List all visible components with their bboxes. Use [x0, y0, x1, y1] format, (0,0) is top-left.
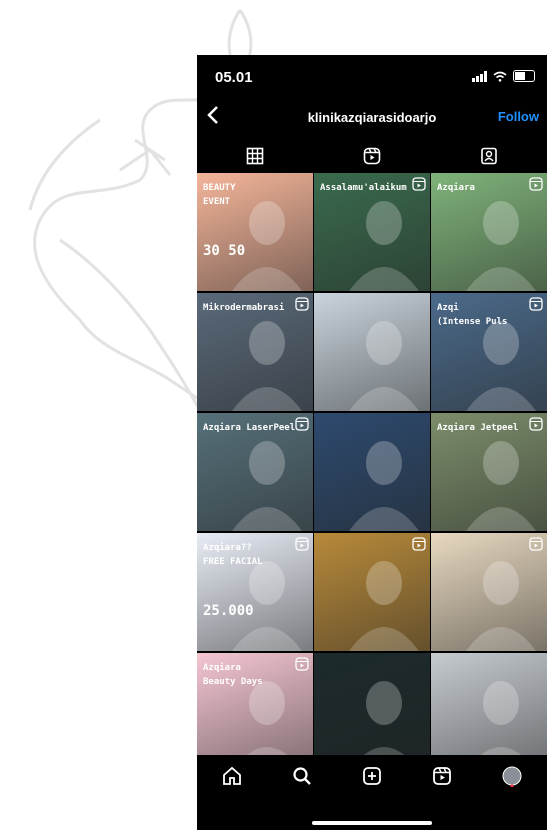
- tab-grid[interactable]: [197, 139, 314, 173]
- thumbnail-caption: Azqiara Jetpeel: [437, 423, 519, 433]
- signal-icon: [472, 70, 487, 82]
- thumbnail-caption: FREE FACIAL: [203, 557, 263, 567]
- reels-badge-icon: [412, 177, 426, 191]
- home-icon[interactable]: [221, 765, 243, 787]
- reels-badge-icon: [529, 417, 543, 431]
- create-icon[interactable]: [361, 765, 383, 787]
- post-thumbnail[interactable]: [431, 653, 547, 771]
- reels-badge-icon: [529, 177, 543, 191]
- wifi-icon: [493, 71, 507, 82]
- thumbnail-caption: Mikrodermabrasi: [203, 303, 285, 313]
- status-time: 05.01: [215, 69, 253, 86]
- post-thumbnail[interactable]: Mikrodermabrasi: [197, 293, 313, 411]
- reels-badge-icon: [295, 297, 309, 311]
- tab-tagged[interactable]: [430, 139, 547, 173]
- post-grid: BEAUTY EVENT 30 50 Assalamu'alaikum Azqiara M…: [197, 173, 547, 771]
- post-thumbnail[interactable]: BEAUTY EVENT 30 50: [197, 173, 313, 291]
- reels-badge-icon: [295, 417, 309, 431]
- follow-button[interactable]: Follow: [498, 109, 539, 124]
- post-thumbnail[interactable]: [314, 413, 430, 531]
- thumbnail-image: [466, 681, 536, 771]
- post-thumbnail[interactable]: Assalamu'alaikum: [314, 173, 430, 291]
- thumbnail-caption: 25.000: [203, 603, 254, 619]
- profile-tabs: [197, 139, 547, 173]
- reels-nav-icon[interactable]: [431, 765, 453, 787]
- tagged-icon: [480, 147, 497, 165]
- search-icon[interactable]: [291, 765, 313, 787]
- battery-icon: [513, 70, 535, 82]
- post-thumbnail[interactable]: [431, 533, 547, 651]
- post-thumbnail[interactable]: [314, 293, 430, 411]
- tab-reels[interactable]: [314, 139, 431, 173]
- post-thumbnail[interactable]: Azqiara?? FREE FACIAL 25.000: [197, 533, 313, 651]
- phone-screen: 05.01 klinikazqiarasidoarjo Follow BEAUT…: [197, 55, 547, 830]
- thumbnail-caption: Azqiara??: [203, 543, 252, 553]
- reels-badge-icon: [529, 297, 543, 311]
- thumbnail-image: [349, 321, 419, 411]
- status-icons: [472, 70, 535, 82]
- thumbnail-caption: Beauty Days: [203, 677, 263, 687]
- thumbnail-caption: EVENT: [203, 197, 231, 207]
- post-thumbnail[interactable]: Azqiara Jetpeel: [431, 413, 547, 531]
- reels-badge-icon: [295, 657, 309, 671]
- thumbnail-image: [349, 681, 419, 771]
- reels-badge-icon: [412, 537, 426, 551]
- profile-header: klinikazqiarasidoarjo Follow: [197, 97, 547, 137]
- post-thumbnail[interactable]: Azqiara LaserPeel: [197, 413, 313, 531]
- reels-badge-icon: [295, 537, 309, 551]
- home-indicator: [312, 821, 432, 825]
- thumbnail-caption: Assalamu'alaikum: [320, 183, 407, 193]
- thumbnail-caption: Azqiara LaserPeel: [203, 423, 296, 433]
- thumbnail-caption: Azqiara: [437, 183, 475, 193]
- profile-username: klinikazqiarasidoarjo: [307, 110, 437, 125]
- profile-avatar[interactable]: [501, 765, 523, 787]
- thumbnail-caption: Azqiara: [203, 663, 241, 673]
- status-bar: 05.01: [197, 55, 547, 97]
- reels-icon: [363, 147, 381, 165]
- post-thumbnail[interactable]: Azqiara: [431, 173, 547, 291]
- thumbnail-image: [349, 441, 419, 531]
- grid-icon: [247, 147, 264, 165]
- thumbnail-caption: BEAUTY: [203, 183, 236, 193]
- thumbnail-caption: Azqi: [437, 303, 459, 313]
- post-thumbnail[interactable]: Azqi (Intense Puls: [431, 293, 547, 411]
- post-thumbnail[interactable]: Azqiara Beauty Days: [197, 653, 313, 771]
- reels-badge-icon: [529, 537, 543, 551]
- thumbnail-caption: (Intense Puls: [437, 317, 508, 327]
- post-thumbnail[interactable]: [314, 533, 430, 651]
- bottom-nav: [197, 755, 547, 830]
- post-thumbnail[interactable]: [314, 653, 430, 771]
- thumbnail-caption: 30 50: [203, 243, 246, 259]
